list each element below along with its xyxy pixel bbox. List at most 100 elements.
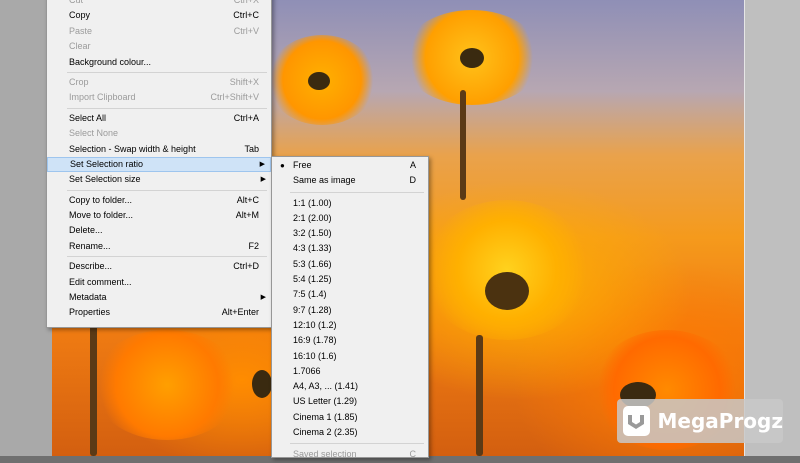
submenu-item-ratio[interactable]: 9:7 (1.28) — [272, 303, 428, 318]
submenu-item-ratio[interactable]: 4:3 (1.33) — [272, 241, 428, 256]
watermark-text: MegaProgz — [657, 409, 784, 433]
submenu-item-ratio[interactable]: 5:4 (1.25) — [272, 272, 428, 287]
menu-item-set-selection-size[interactable]: Set Selection size ▶ — [47, 172, 271, 187]
menu-item-shortcut: D — [409, 175, 417, 186]
menu-item-shortcut: Shift+X — [229, 76, 259, 87]
menu-item-label: 1.7066 — [293, 365, 321, 376]
watermark: MegaProgz — [617, 399, 783, 443]
menu-item-crop: Crop Shift+X — [47, 75, 271, 90]
menu-item-clear: Clear — [47, 39, 271, 54]
menu-item-rename[interactable]: Rename... F2 — [47, 239, 271, 254]
submenu-item-ratio[interactable]: 16:10 (1.6) — [272, 349, 428, 364]
menu-item-shortcut: Alt+C — [236, 194, 259, 205]
menu-item-label: Select None — [69, 128, 119, 139]
menu-item-cut: Cut Ctrl+X — [47, 0, 271, 8]
menu-item-label: 12:10 (1.2) — [293, 319, 337, 330]
menu-item-copy-to-folder[interactable]: Copy to folder... Alt+C — [47, 193, 271, 208]
menu-item-label: Set Selection ratio — [70, 158, 144, 169]
menu-item-label: Free — [293, 160, 312, 170]
menu-item-label: Select All — [69, 112, 107, 123]
menu-item-shortcut: Tab — [244, 143, 259, 154]
menu-item-label: Clear — [69, 41, 91, 52]
menu-item-select-none: Select None — [47, 126, 271, 141]
submenu-item-ratio[interactable]: US Letter (1.29) — [272, 394, 428, 409]
menu-item-paste: Paste Ctrl+V — [47, 24, 271, 39]
menu-item-label: Cinema 2 (2.35) — [293, 427, 358, 438]
menu-item-label: 5:3 (1.66) — [293, 258, 332, 269]
left-frame — [0, 0, 52, 456]
menu-item-label: Same as image — [293, 175, 356, 186]
menu-item-delete[interactable]: Delete... — [47, 223, 271, 238]
menu-item-shortcut: A — [409, 160, 416, 170]
flower-shape — [422, 200, 592, 340]
menu-item-label: Crop — [69, 76, 89, 87]
submenu-item-ratio[interactable]: A4, A3, ... (1.41) — [272, 379, 428, 394]
menu-item-label: Background colour... — [69, 56, 152, 67]
menu-item-label: Import Clipboard — [69, 92, 136, 103]
menu-item-label: Move to folder... — [69, 210, 134, 221]
menu-item-label: 16:10 (1.6) — [293, 350, 337, 361]
menu-item-label: Cinema 1 (1.85) — [293, 411, 358, 422]
menu-item-edit-comment[interactable]: Edit comment... — [47, 275, 271, 290]
submenu-item-same-as-image[interactable]: Same as image D — [272, 173, 428, 188]
chevron-right-icon: ▶ — [260, 294, 266, 302]
menu-item-label: Rename... — [69, 240, 111, 251]
menu-item-metadata[interactable]: Metadata ▶ — [47, 290, 271, 305]
menu-item-shortcut: Ctrl+Shift+V — [210, 92, 259, 103]
menu-item-label: Cut — [69, 0, 84, 5]
megaprogz-logo-icon — [623, 406, 650, 436]
submenu-item-ratio[interactable]: 5:3 (1.66) — [272, 257, 428, 272]
menu-item-move-to-folder[interactable]: Move to folder... Alt+M — [47, 208, 271, 223]
submenu-item-free[interactable]: ● Free A — [272, 158, 428, 173]
menu-item-label: Saved selection — [293, 449, 357, 460]
submenu-item-ratio[interactable]: 2:1 (2.00) — [272, 211, 428, 226]
submenu-item-ratio[interactable]: Cinema 1 (1.85) — [272, 410, 428, 425]
menu-item-swap-width-height[interactable]: Selection - Swap width & height Tab — [47, 142, 271, 157]
menu-item-background-colour[interactable]: Background colour... — [47, 55, 271, 70]
menu-item-select-all[interactable]: Select All Ctrl+A — [47, 111, 271, 126]
submenu-item-ratio[interactable]: Cinema 2 (2.35) — [272, 425, 428, 440]
menu-item-describe[interactable]: Describe... Ctrl+D — [47, 259, 271, 274]
selection-ratio-submenu: ● Free A Same as image D 1:1 (1.00) 2:1 (2.… — [271, 156, 429, 459]
menu-item-shortcut: Alt+Enter — [221, 307, 259, 318]
menu-item-shortcut: Ctrl+D — [233, 261, 259, 272]
menu-item-label: 16:9 (1.78) — [293, 335, 337, 346]
menu-item-copy[interactable]: Copy Ctrl+C — [47, 8, 271, 23]
submenu-item-ratio[interactable]: 16:9 (1.78) — [272, 333, 428, 348]
menu-separator — [290, 191, 424, 193]
submenu-item-ratio[interactable]: 3:2 (1.50) — [272, 226, 428, 241]
right-frame — [744, 0, 800, 456]
menu-item-label: A4, A3, ... (1.41) — [293, 381, 359, 392]
context-menu: Cut Ctrl+X Copy Ctrl+C Paste Ctrl+V Clear B… — [46, 0, 272, 328]
menu-item-label: 9:7 (1.28) — [293, 304, 332, 315]
menu-item-shortcut: Alt+M — [235, 210, 259, 221]
menu-item-label: Metadata — [69, 292, 107, 303]
menu-item-label: Selection - Swap width & height — [69, 143, 196, 154]
menu-separator — [67, 189, 267, 191]
menu-separator — [290, 443, 424, 445]
menu-item-label: 2:1 (2.00) — [293, 212, 332, 223]
menu-separator — [67, 71, 267, 73]
menu-item-label: 7:5 (1.4) — [293, 289, 327, 300]
flower-center — [252, 370, 272, 398]
submenu-item-ratio[interactable]: 1.7066 — [272, 364, 428, 379]
menu-item-label: Delete... — [69, 225, 103, 236]
submenu-item-ratio[interactable]: 7:5 (1.4) — [272, 287, 428, 302]
submenu-item-ratio[interactable]: 1:1 (1.00) — [272, 196, 428, 211]
flower-stem — [476, 335, 483, 456]
menu-item-label: 5:4 (1.25) — [293, 274, 332, 285]
menu-item-set-selection-ratio[interactable]: Set Selection ratio ▶ — [47, 156, 271, 173]
menu-item-label: Copy — [69, 10, 91, 21]
menu-item-properties[interactable]: Properties Alt+Enter — [47, 305, 271, 320]
submenu-item-saved-selection: Saved selection C — [272, 447, 428, 462]
submenu-item-ratio[interactable]: 12:10 (1.2) — [272, 318, 428, 333]
menu-item-label: 4:3 (1.33) — [293, 243, 332, 254]
menu-item-label: Set Selection size — [69, 174, 141, 185]
menu-item-shortcut: Ctrl+C — [233, 10, 259, 21]
menu-item-import-clipboard: Import Clipboard Ctrl+Shift+V — [47, 90, 271, 105]
flower-center — [308, 72, 330, 90]
menu-separator — [67, 256, 267, 258]
menu-item-label: US Letter (1.29) — [293, 396, 358, 407]
menu-item-shortcut: Ctrl+A — [233, 112, 259, 123]
menu-item-label: 1:1 (1.00) — [293, 197, 332, 208]
